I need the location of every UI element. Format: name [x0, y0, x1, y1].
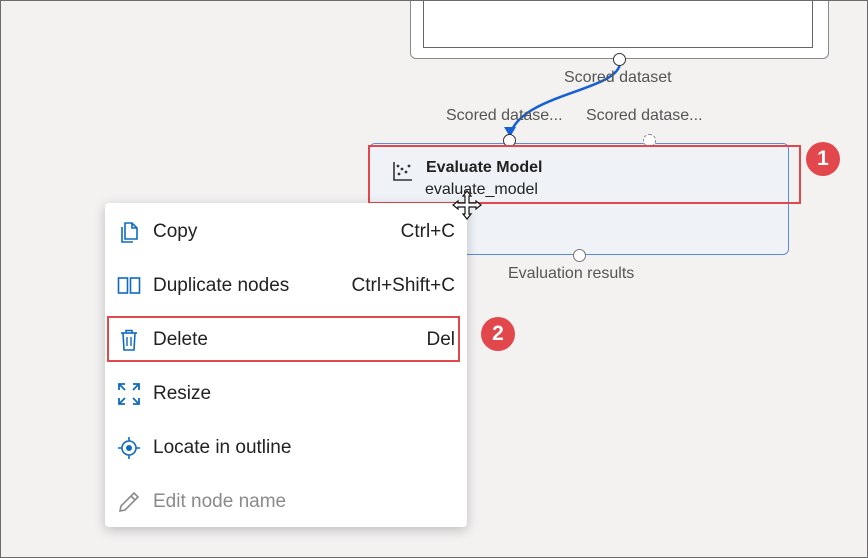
callout-highlight-node — [368, 145, 801, 204]
callout-highlight-delete — [107, 316, 460, 362]
menu-item-shortcut: Ctrl+Shift+C — [351, 275, 455, 296]
upstream-output-label: Scored dataset — [564, 69, 672, 86]
callout-badge-1: 1 — [806, 142, 840, 176]
pipeline-canvas[interactable]: Scored dataset Scored datase... Scored d… — [0, 0, 868, 558]
pencil-icon — [118, 491, 140, 513]
context-menu: Copy Ctrl+C Duplicate nodes Ctrl+Shift+C… — [105, 203, 467, 527]
duplicate-icon — [117, 277, 141, 294]
upstream-node-body — [423, 1, 813, 48]
upstream-output-port[interactable] — [613, 53, 626, 66]
eval-input-label-1: Scored datase... — [446, 107, 563, 124]
move-cursor-icon — [452, 190, 482, 220]
menu-item-duplicate-nodes[interactable]: Duplicate nodes Ctrl+Shift+C — [105, 259, 467, 313]
eval-output-port[interactable] — [573, 249, 586, 262]
menu-item-label: Duplicate nodes — [153, 275, 290, 296]
callout-badge-2: 2 — [481, 317, 515, 351]
menu-item-label: Edit node name — [153, 491, 287, 512]
resize-icon — [118, 383, 140, 405]
eval-input-label-2: Scored datase... — [586, 107, 703, 124]
menu-item-edit-node-name[interactable]: Edit node name — [105, 475, 467, 529]
upstream-node[interactable] — [410, 1, 829, 59]
menu-item-label: Locate in outline — [153, 437, 292, 458]
eval-output-label: Evaluation results — [508, 265, 635, 282]
menu-item-label: Copy — [153, 221, 198, 242]
menu-item-copy[interactable]: Copy Ctrl+C — [105, 205, 467, 259]
copy-icon — [121, 222, 138, 243]
locate-icon — [118, 437, 140, 459]
menu-item-shortcut: Ctrl+C — [400, 221, 455, 242]
menu-item-resize[interactable]: Resize — [105, 367, 467, 421]
menu-item-label: Resize — [153, 383, 212, 404]
menu-item-locate-in-outline[interactable]: Locate in outline — [105, 421, 467, 475]
